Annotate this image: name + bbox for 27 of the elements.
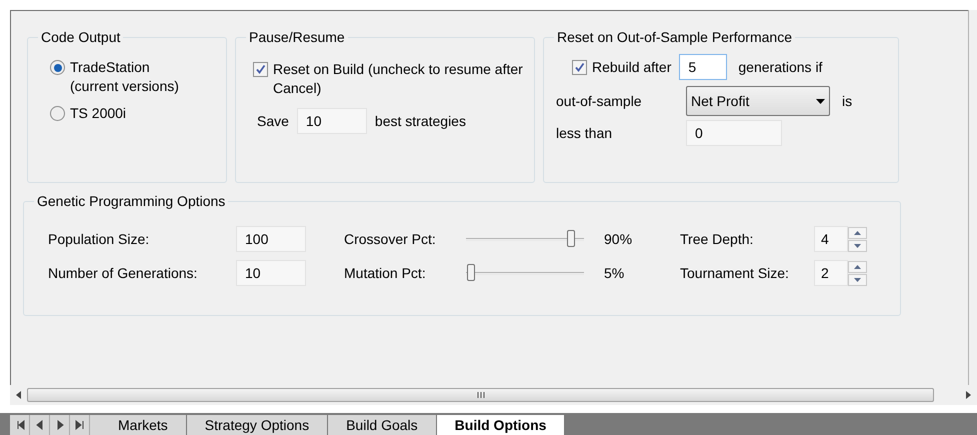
slider-label: Mutation Pct: — [344, 264, 427, 282]
input-field[interactable]: 100 — [236, 226, 306, 252]
generations-label: generations if — [738, 58, 822, 77]
best-strategies-label: best strategies — [374, 112, 466, 131]
spinner-field[interactable]: 4 — [814, 226, 848, 252]
is-label: is — [842, 92, 852, 110]
field-label: Population Size: — [48, 230, 150, 249]
checkbox-label: Reset on Build (uncheck to resume after Cancel) — [273, 60, 524, 98]
radio-label: TradeStation (current versions) — [70, 58, 179, 96]
slider-label: Crossover Pct: — [344, 230, 437, 248]
slider-reading: 90% — [604, 230, 634, 248]
out-of-sample-label: out-of-sample — [556, 92, 643, 111]
input-field[interactable]: 5 — [679, 54, 728, 80]
slider-reading: 5% — [604, 264, 626, 282]
metric-dropdown[interactable]: Net Profit — [686, 86, 830, 116]
save-label: Save — [257, 112, 289, 130]
field-label: Number of Generations: — [48, 264, 198, 282]
checkbox-label: Rebuild after — [592, 58, 672, 76]
input-field[interactable]: 10 — [296, 108, 367, 134]
less-than-label: less than — [556, 124, 614, 142]
input-field[interactable]: 10 — [236, 260, 306, 286]
spinner-label: Tournament Size: — [680, 264, 790, 282]
radio-label: TS 2000i — [70, 104, 126, 123]
spinner-label: Tree Depth: — [680, 230, 754, 249]
sheet-tab[interactable]: Build Options — [436, 415, 566, 435]
spinner-field[interactable]: 2 — [814, 260, 848, 286]
input-field[interactable]: 0 — [686, 120, 782, 146]
